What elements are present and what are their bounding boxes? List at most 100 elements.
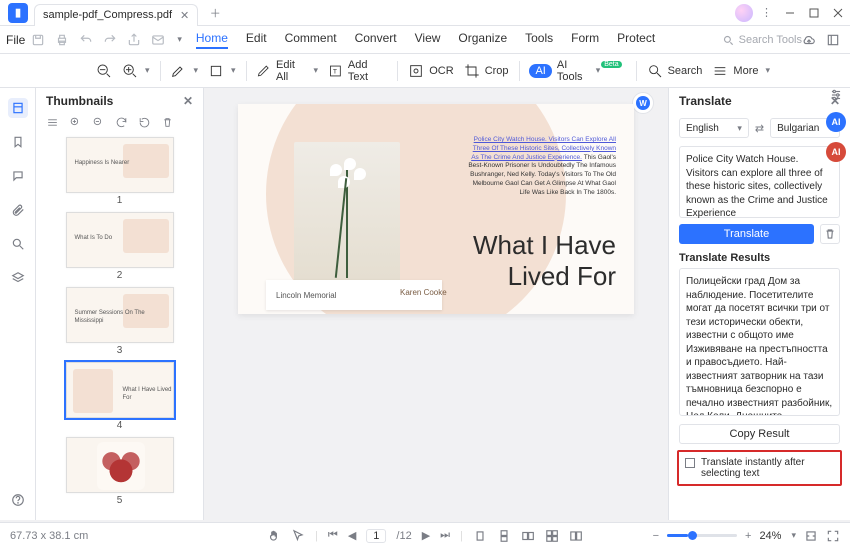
ai-tools-button[interactable]: AIAI Tools▾Beta [529,59,625,83]
maximize-button[interactable] [802,2,826,24]
thumb-rotate2-icon[interactable] [138,116,151,129]
zoom-out-button[interactable] [96,63,112,79]
page-author: Karen Cooke [400,288,447,297]
thumb-number: 1 [117,195,123,206]
close-window-button[interactable] [826,2,850,24]
menu-edit[interactable]: Edit [246,31,267,49]
instant-checkbox[interactable] [685,458,695,468]
thumb-zoomin-icon[interactable] [69,116,82,129]
zoom-in-button[interactable]: ▾ [122,63,150,79]
cloud-upload-icon[interactable] [802,33,816,47]
thumbnail-page-4[interactable]: What I Have Lived For [66,362,174,418]
highlighter-button[interactable]: ▾ [170,63,198,79]
prev-page-icon[interactable]: ◀ [348,529,356,542]
search-button[interactable]: Search [647,63,703,79]
quickbar-more-icon[interactable]: ▾ [177,34,182,45]
edit-all-button[interactable]: Edit All▾ [256,59,318,83]
mail-icon[interactable] [151,33,165,47]
ocr-button[interactable]: OCR [408,63,453,79]
hand-tool-icon[interactable] [267,529,281,543]
fit-width-icon[interactable] [804,529,818,543]
ai-chat-icon[interactable]: AI [826,112,846,132]
more-button[interactable]: More▾ [712,63,770,79]
menu-protect[interactable]: Protect [617,31,655,49]
thumbnails-title: Thumbnails [46,94,113,108]
zoom-out-status-icon[interactable]: − [653,530,659,542]
thumbnail-page-5[interactable] [66,437,174,493]
shape-button[interactable]: ▾ [208,63,236,79]
view-continuous-icon[interactable] [497,529,511,543]
last-page-icon[interactable]: ⏭ [440,529,450,542]
kebab-menu-icon[interactable]: ⋮ [761,6,772,19]
rail-search-icon[interactable] [8,234,28,254]
page-title: What I Have Lived For [473,230,616,292]
thumb-rotate-icon[interactable] [115,116,128,129]
translate-title: Translate [679,94,732,108]
first-page-icon[interactable]: ⏮ [328,529,338,542]
menu-form[interactable]: Form [571,31,599,49]
fullscreen-icon[interactable] [826,529,840,543]
svg-text:T: T [333,68,337,75]
source-text-area[interactable]: Police City Watch House. Visitors can ex… [679,146,840,218]
copy-result-button[interactable]: Copy Result [679,424,840,444]
select-tool-icon[interactable] [291,529,305,543]
thumb-number: 2 [117,270,123,281]
menu-view[interactable]: View [415,31,441,49]
rail-attachments-icon[interactable] [8,200,28,220]
menu-home[interactable]: Home [196,31,228,49]
thumbnail-page-2[interactable]: What Is To Do [66,212,174,268]
view-two-cont-icon[interactable] [545,529,559,543]
view-two-icon[interactable] [521,529,535,543]
page-input[interactable]: 1 [366,529,386,543]
undo-icon[interactable] [79,33,93,47]
thumb-delete-icon[interactable] [161,116,174,129]
thumbnail-page-1[interactable]: Happiness Is Nearer [66,137,174,193]
rail-layers-icon[interactable] [8,268,28,288]
source-language-select[interactable]: English▾ [679,118,749,138]
minimize-button[interactable] [778,2,802,24]
next-page-icon[interactable]: ▶ [422,529,430,542]
thumb-number: 3 [117,345,123,356]
document-tab[interactable]: sample-pdf_Compress.pdf ✕ [34,4,198,26]
rail-thumbnails-icon[interactable] [8,98,28,118]
result-text-area[interactable]: Полицейски град Дом за наблюдение. Посет… [679,268,840,416]
share-icon[interactable] [127,33,141,47]
ai-orb-icon[interactable] [735,4,753,22]
menu-convert[interactable]: Convert [355,31,397,49]
print-icon[interactable] [55,33,69,47]
search-tools-field[interactable]: Search Tools [721,33,802,47]
properties-icon[interactable] [829,88,843,102]
menu-organize[interactable]: Organize [458,31,507,49]
close-thumbnails-icon[interactable]: ✕ [183,94,193,108]
crop-button[interactable]: Crop [464,63,509,79]
translate-button[interactable]: Translate [679,224,814,244]
add-tab-button[interactable]: ＋ [204,2,226,24]
clear-button[interactable] [820,224,840,244]
page-total: /12 [396,530,411,542]
rail-help-icon[interactable] [8,490,28,510]
redo-icon[interactable] [103,33,117,47]
thumbnail-page-3[interactable]: Summer Sessions On The Mississippi [66,287,174,343]
save-icon[interactable] [31,33,45,47]
app-icon: ▮ [8,3,28,23]
add-text-button[interactable]: TAdd Text [328,59,387,83]
tab-title: sample-pdf_Compress.pdf [43,9,172,21]
close-tab-icon[interactable]: ✕ [180,9,189,22]
thumb-list-icon[interactable] [46,116,59,129]
export-word-badge[interactable]: W [632,92,654,114]
swap-languages-icon[interactable]: ⇄ [755,122,764,135]
menu-tools[interactable]: Tools [525,31,553,49]
ai-summary-icon[interactable]: AI [826,142,846,162]
document-page[interactable]: Lincoln Memorial Karen Cooke Police City… [238,104,634,314]
thumb-zoomout-icon[interactable] [92,116,105,129]
view-single-icon[interactable] [473,529,487,543]
zoom-slider[interactable] [667,534,737,537]
rail-comments-icon[interactable] [8,166,28,186]
expand-icon[interactable] [826,33,840,47]
zoom-in-status-icon[interactable]: + [745,530,751,542]
instant-translate-option[interactable]: Translate instantly after selecting text [677,450,842,486]
menu-comment[interactable]: Comment [285,31,337,49]
read-mode-icon[interactable] [569,529,583,543]
file-menu[interactable]: File [6,33,25,47]
rail-bookmarks-icon[interactable] [8,132,28,152]
